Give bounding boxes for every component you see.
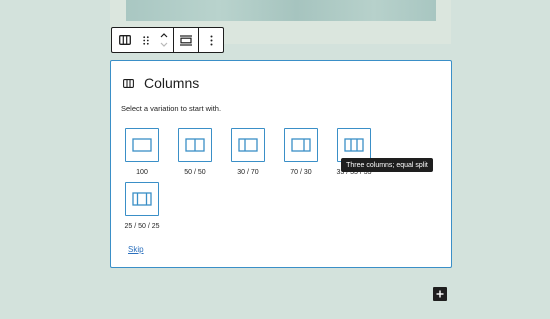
more-options-button[interactable] (199, 28, 223, 52)
variation-30-70-icon (238, 138, 258, 152)
variation-25-50-25-icon (132, 192, 152, 206)
block-toolbar (111, 27, 224, 53)
variation-50-50-icon (185, 138, 205, 152)
variation-33-33-33-icon (344, 138, 364, 152)
align-icon (180, 34, 193, 46)
image (126, 0, 436, 21)
variation-70-30-button[interactable] (284, 128, 318, 162)
plus-icon (436, 290, 444, 298)
variation-50-50-button[interactable] (178, 128, 212, 162)
variation-label: 25 / 50 / 25 (124, 223, 160, 230)
drag-handle-icon (142, 35, 149, 45)
add-block-button[interactable] (433, 287, 447, 301)
variation-100-icon (132, 138, 152, 152)
placeholder-title: Columns (144, 75, 200, 91)
variation-label: 30 / 70 (237, 169, 259, 176)
variation-25-50-25-button[interactable] (125, 182, 159, 216)
columns-block-icon (118, 35, 131, 45)
move-up-down-buttons[interactable] (154, 28, 174, 52)
variation-70-30-icon (291, 138, 311, 152)
variation-100-button[interactable] (125, 128, 159, 162)
variation-30-70-button[interactable] (231, 128, 265, 162)
move-up-down-icon (160, 33, 167, 47)
skip-link[interactable]: Skip (128, 245, 144, 254)
placeholder-header: Columns (123, 75, 199, 91)
variation-tooltip: Three columns; equal split (341, 158, 433, 172)
drag-handle[interactable] (138, 28, 154, 52)
variation-label: 70 / 30 (290, 169, 312, 176)
columns-block-icon (123, 78, 134, 88)
variation-label: 50 / 50 (184, 169, 206, 176)
more-options-icon (210, 35, 213, 45)
placeholder-instructions: Select a variation to start with. (121, 104, 222, 113)
variation-33-33-33-button[interactable] (337, 128, 371, 162)
block-type-button[interactable] (112, 28, 138, 52)
align-button[interactable] (174, 28, 198, 52)
variation-label: 100 (136, 169, 148, 176)
